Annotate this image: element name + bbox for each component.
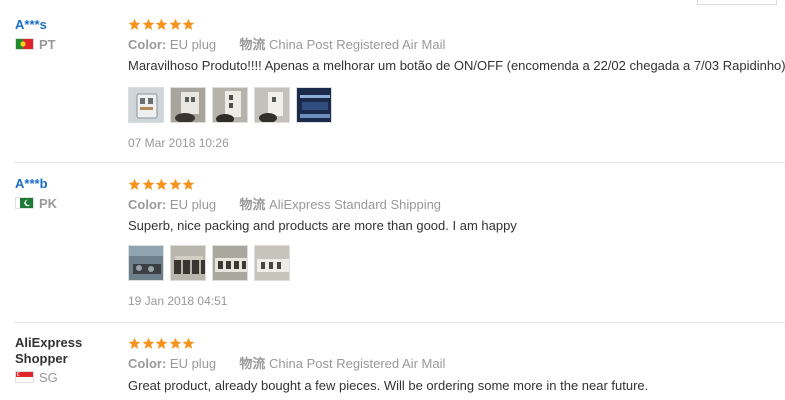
star-icon [142,178,155,191]
shipping-value: China Post Registered Air Mail [269,356,446,371]
reviewer-info: A***s PT [15,17,115,52]
country-code: SG [39,369,58,385]
color-value: EU plug [169,37,217,52]
review-photo-thumbnail[interactable] [212,87,248,123]
review-photo-thumbnail[interactable] [212,245,248,281]
star-icon [182,337,195,350]
color-value: EU plug [169,197,217,212]
shipping-value: AliExpress Standard Shipping [269,197,442,212]
star-icon [128,178,141,191]
country-code: PT [39,36,56,52]
reviewer-info: AliExpress Shopper SG [15,335,115,385]
color-label: Color: [128,356,167,371]
reviewer-country: SG [15,369,115,385]
reviewer-name-line2: Shopper [15,351,68,366]
review-text: Maravilhoso Produto!!!! Apenas a melhora… [128,58,785,73]
flag-pt-icon [15,38,34,50]
star-icon [169,178,182,191]
reviewer-info: A***b PK [15,176,115,211]
star-rating [128,336,778,350]
star-icon [155,18,168,31]
reviewer-name: AliExpress Shopper [15,335,115,367]
star-icon [128,18,141,31]
review-content: Color: EU plug 物流 AliExpress Standard Sh… [128,177,778,308]
reviewer-country: PT [15,36,115,52]
star-icon [182,178,195,191]
shipping-value: China Post Registered Air Mail [269,37,446,52]
star-icon [128,337,141,350]
review-photo-thumbnail[interactable] [254,245,290,281]
reviewer-country: PK [15,195,115,211]
star-rating [128,177,778,191]
review-meta: Color: EU plug 物流 China Post Registered … [128,356,778,372]
review-meta: Color: EU plug 物流 China Post Registered … [128,37,778,53]
review-photo-thumbnail[interactable] [128,87,164,123]
review-content: Color: EU plug 物流 China Post Registered … [128,336,778,394]
shipping-label: 物流 [239,37,266,52]
review-photo-thumbnail[interactable] [296,87,332,123]
reviewer-name[interactable]: A***s [15,17,115,33]
flag-pk-icon [15,197,34,209]
color-label: Color: [128,197,167,212]
star-icon [155,178,168,191]
review-photos [128,245,778,281]
star-icon [169,337,182,350]
reviewer-name[interactable]: A***b [15,176,115,192]
review-photos [128,87,778,123]
review-content: Color: EU plug 物流 China Post Registered … [128,17,785,150]
country-code: PK [39,195,58,211]
flag-sg-icon [15,371,34,383]
review-item: A***b PK Color: EU plug 物流 AliExpress St… [0,163,785,323]
color-label: Color: [128,37,167,52]
star-rating [128,17,778,31]
reviewer-name-line1: AliExpress [15,335,83,350]
review-photo-thumbnail[interactable] [170,245,206,281]
review-meta: Color: EU plug 物流 AliExpress Standard Sh… [128,197,778,213]
review-photo-thumbnail[interactable] [128,245,164,281]
star-icon [142,18,155,31]
star-icon [182,18,195,31]
review-date: 07 Mar 2018 10:26 [128,136,229,150]
review-text: Superb, nice packing and products are mo… [128,218,517,233]
shipping-label: 物流 [239,197,266,212]
star-icon [169,18,182,31]
review-item: AliExpress Shopper SG Color: EU plug 物流 … [0,323,785,400]
color-value: EU plug [169,356,217,371]
star-icon [155,337,168,350]
star-icon [142,337,155,350]
review-text: Great product, already bought a few piec… [128,378,649,393]
review-photo-thumbnail[interactable] [254,87,290,123]
review-item: A***s PT Color: EU plug 物流 China Post Re… [0,0,785,163]
shipping-label: 物流 [239,356,266,371]
review-photo-thumbnail[interactable] [170,87,206,123]
review-date: 19 Jan 2018 04:51 [128,294,228,308]
